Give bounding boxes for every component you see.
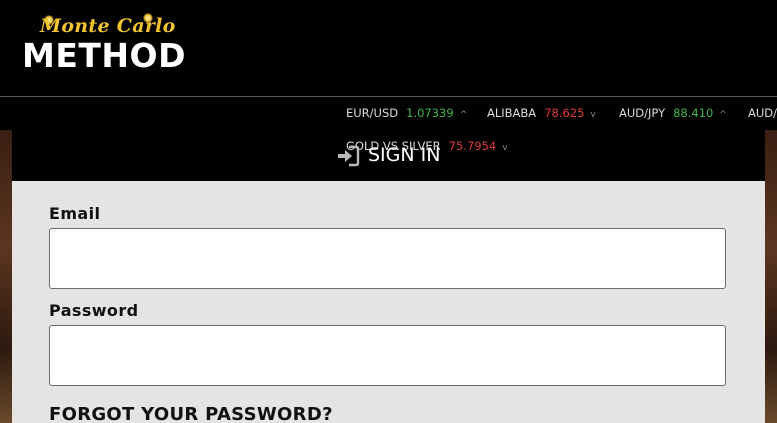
ticker-symbol: AUD/JPY: [619, 106, 666, 120]
forgot-password-link[interactable]: FORGOT YOUR PASSWORD?: [49, 404, 333, 423]
background-image: [765, 130, 777, 423]
price-ticker: EUR/USD 1.07339 ^ ALIBABA 78.625 v AUD/JPY 88…: [0, 97, 777, 130]
arrow-up-icon: ^: [719, 110, 727, 120]
ticker-item[interactable]: EUR/USD 1.07339 ^: [346, 106, 467, 122]
logo-main-text: METHOD: [22, 36, 186, 75]
arrow-down-icon: v: [502, 143, 508, 153]
page: Monte Carlo METHOD EUR/USD 1.07339 ^ ALIBA…: [0, 0, 777, 423]
ticker-symbol: ALIBABA: [487, 106, 537, 120]
ticker-item[interactable]: ALIBABA 78.625 v: [487, 106, 596, 122]
password-label: Password: [49, 301, 139, 320]
ticker-value: 78.625: [544, 106, 585, 120]
signin-title: SIGN IN: [336, 143, 440, 167]
ticker-symbol: EUR/USD: [346, 106, 399, 120]
signin-title-text: SIGN IN: [368, 144, 441, 166]
password-field[interactable]: [49, 325, 726, 386]
ticker-item[interactable]: AUD/JPY 88.410 ^: [619, 106, 727, 122]
sign-in-icon: [338, 145, 360, 166]
email-field[interactable]: [49, 228, 726, 289]
email-label: Email: [49, 204, 101, 223]
arrow-up-icon: ^: [459, 110, 468, 120]
ticker-symbol: AUD/: [748, 106, 777, 120]
logo-script-text: Monte Carlo: [40, 15, 176, 37]
background-image: [0, 130, 12, 423]
ticker-value: 88.410: [673, 106, 714, 120]
site-header: Monte Carlo METHOD: [0, 0, 777, 96]
site-logo[interactable]: Monte Carlo METHOD: [22, 12, 185, 78]
arrow-down-icon: v: [590, 110, 596, 120]
ticker-value: 75.7954: [448, 139, 497, 153]
ticker-value: 1.07339: [406, 106, 454, 120]
ticker-item[interactable]: AUD/: [748, 106, 777, 120]
